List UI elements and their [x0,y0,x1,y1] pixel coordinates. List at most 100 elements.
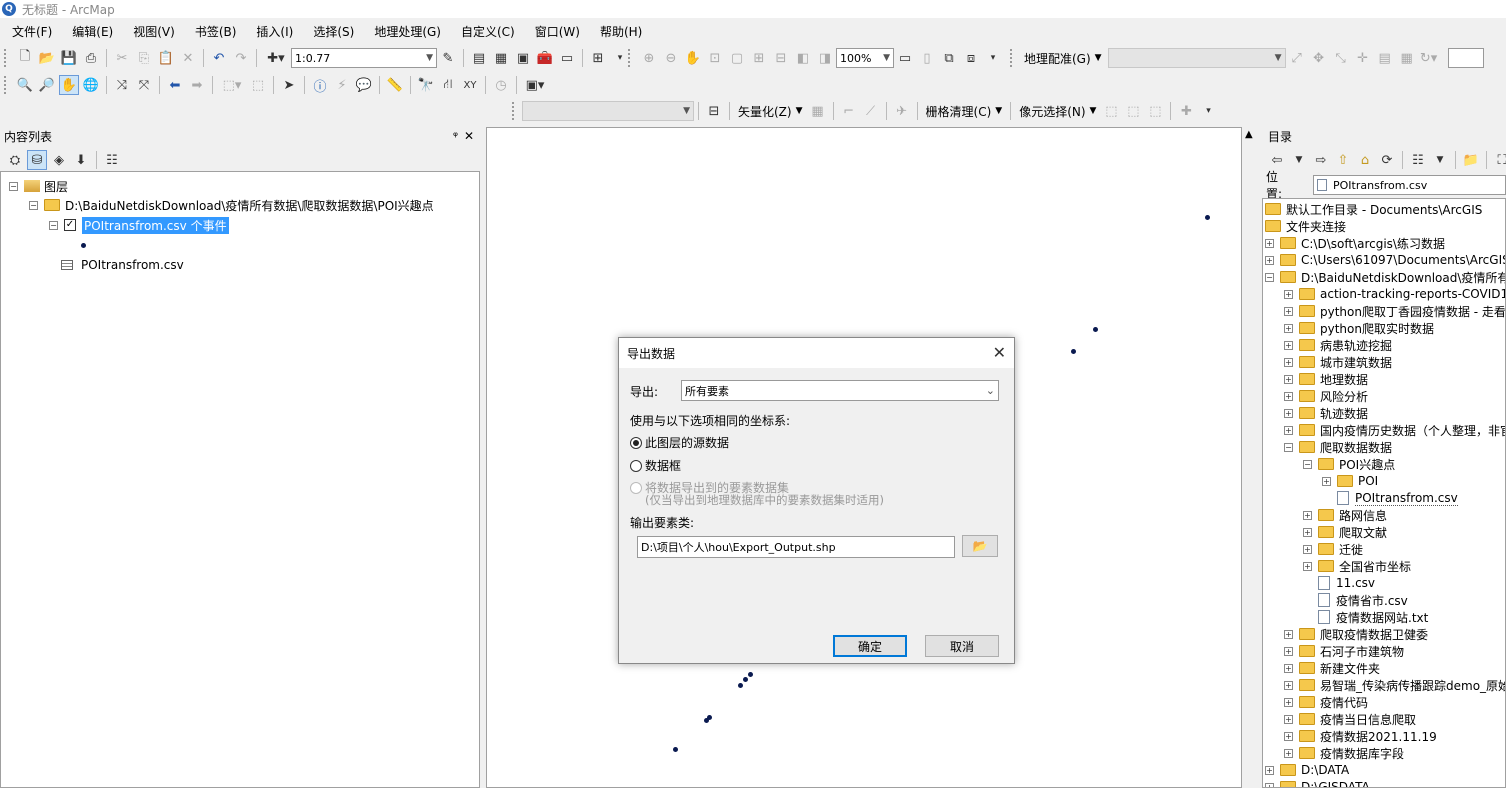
remove-cells-icon[interactable]: ⬚ [1145,101,1165,121]
catalog-tree-item[interactable]: + 爬取文献 [1303,523,1387,541]
paste-icon[interactable]: 📋 [156,48,176,68]
toolbar-grip[interactable] [512,102,518,120]
raster-painting-icon[interactable]: ✈ [892,101,912,121]
catalog-tree-item[interactable]: + 疫情数据2021.11.19 [1284,727,1437,745]
connect-folder-icon[interactable]: 📁 [1461,150,1481,170]
zoom-whole-page-icon[interactable]: ⊡ [705,48,725,68]
redo-icon[interactable]: ↷ [231,48,251,68]
change-layout-icon[interactable]: ⧉ [939,48,959,68]
fixed-zoom-in-icon[interactable]: ⤨ [112,75,132,95]
measure-icon[interactable]: 📏 [385,75,405,95]
chevron-down-icon[interactable]: ▼ [1090,106,1097,116]
catalog-tree-item[interactable]: + 国内疫情历史数据（个人整理，非官 [1284,421,1505,439]
toolbar-options-icon[interactable]: ▾ [1198,101,1218,121]
scale-icon[interactable]: ⤡ [1331,48,1351,68]
zoom-in-icon[interactable]: 🔍 [15,75,35,95]
fixed-zoom-out-icon[interactable]: ⊟ [771,48,791,68]
open-folder-icon[interactable]: 📂 [37,48,57,68]
tree-options-icon[interactable]: ⛶ [1492,150,1506,170]
browse-button[interactable]: 📂 [962,535,998,557]
catalog-tree-item[interactable]: 疫情省市.csv [1303,591,1408,609]
create-viewer-window-icon[interactable]: ▣▾ [522,75,548,95]
vectorization-menu[interactable]: 矢量化(Z) [738,103,792,120]
forward-extent-icon[interactable]: ◨ [815,48,835,68]
find-route-icon[interactable]: ⛙ [438,75,458,95]
toc-options-icon[interactable]: ☷ [102,150,122,170]
expand-icon[interactable]: + [1284,714,1293,724]
views-icon[interactable]: ☷ [1408,150,1428,170]
expand-icon[interactable]: + [1284,340,1293,350]
go-back-extent-icon[interactable]: ⬅ [165,75,185,95]
catalog-tree-item[interactable]: − D:\BaiduNetdiskDownload\疫情所有数 [1265,268,1505,286]
zoom-in-page-icon[interactable]: ⊕ [639,48,659,68]
cancel-button[interactable]: 取消 [925,635,999,657]
pin-icon[interactable]: ᵠ [453,129,458,143]
fixed-zoom-out-icon[interactable]: ⤧ [134,75,154,95]
toolbar-options-icon[interactable]: ▾ [983,48,1003,68]
toolbar-grip[interactable] [4,76,10,94]
zoom-100-icon[interactable]: ▢ [727,48,747,68]
export-scope-select[interactable]: 所有要素 ⌄ [681,380,999,401]
vectorization-trace-icon[interactable]: ⌐ [839,101,859,121]
toc-layer-name[interactable]: POItransfrom.csv 个事件 [82,216,229,234]
menu-selection[interactable]: 选择(S) [301,23,362,40]
expand-icon[interactable]: + [1303,544,1312,554]
focus-data-frame-icon[interactable]: ▯ [917,48,937,68]
menu-bookmarks[interactable]: 书签(B) [183,23,245,40]
back-arrow-icon[interactable]: ⇦ [1267,150,1287,170]
pan-icon[interactable]: ✋ [59,75,79,95]
expand-icon[interactable]: + [1322,476,1331,486]
html-popup-icon[interactable]: 💬 [354,75,374,95]
catalog-tree-item[interactable]: + 易智瑞_传染病传播跟踪demo_原始数 [1284,676,1505,694]
trace-between-points-icon[interactable]: ⟋ [861,101,881,121]
expand-icon[interactable]: + [1284,408,1293,418]
collapse-icon[interactable]: − [1303,459,1312,469]
catalog-tree-item[interactable]: + 风险分析 [1284,387,1368,405]
radio-selected-icon[interactable] [630,436,642,449]
list-by-source-icon[interactable]: ⛁ [27,150,47,170]
catalog-tree-item[interactable]: + 城市建筑数据 [1284,353,1392,371]
expand-icon[interactable]: + [1303,527,1312,537]
print-icon[interactable]: ⎙ [81,48,101,68]
chevron-down-icon[interactable]: ▼ [1430,150,1450,170]
catalog-tree-item[interactable]: + 路网信息 [1303,506,1387,524]
toolbar-options-icon[interactable]: ▾ [610,48,630,68]
catalog-tree-item[interactable]: + 地理数据 [1284,370,1368,388]
select-features-icon[interactable]: ⬚▾ [218,75,246,95]
expand-icon[interactable]: + [1284,629,1293,639]
raster-cleanup-menu[interactable]: 栅格清理(C) [926,103,992,120]
catalog-tree-item[interactable]: + 爬取疫情数据卫健委 [1284,625,1428,643]
table-window-icon[interactable]: ▤ [469,48,489,68]
catalog-tree-item[interactable]: + C:\Users\61097\Documents\ArcGIS\ [1265,251,1505,269]
pan-page-icon[interactable]: ✋ [683,48,703,68]
home-folder-icon[interactable]: ⌂ [1355,150,1375,170]
toc-source-path-row[interactable]: − D:\BaiduNetdiskDownload\疫情所有数据\爬取数据数据\… [29,196,434,214]
ok-button[interactable]: 确定 [833,635,907,657]
toolbar-grip[interactable] [4,49,10,67]
full-extent-icon[interactable]: 🌐 [81,75,101,95]
select-connected-cells-icon[interactable]: ⬚ [1101,101,1121,121]
delete-icon[interactable]: ✕ [178,48,198,68]
data-driven-pages-icon[interactable]: ⧈ [961,48,981,68]
find-icon[interactable]: 🔭 [416,75,436,95]
catalog-tree-item[interactable]: + python爬取丁香园疫情数据 - 走看看 [1284,302,1505,320]
catalog-tree-item[interactable]: 11.csv [1303,574,1375,592]
hyperlink-icon[interactable]: ⚡ [332,75,352,95]
expand-icon[interactable]: + [1303,510,1312,520]
expand-icon[interactable]: + [1284,425,1293,435]
toolbar-grip[interactable] [628,49,634,67]
forward-arrow-icon[interactable]: ⇨ [1311,150,1331,170]
up-one-level-icon[interactable]: ⇧ [1333,150,1353,170]
catalog-tree-item[interactable]: − 爬取数据数据 [1284,438,1392,456]
output-path-input[interactable]: D:\项目\个人\hou\Export_Output.shp [637,536,955,558]
go-to-xy-icon[interactable]: XY [460,75,480,95]
refresh-icon[interactable]: ⟳ [1377,150,1397,170]
add-control-points-icon[interactable]: ✛ [1353,48,1373,68]
raster-cursor-icon[interactable]: ✚ [1176,101,1196,121]
select-elements-icon[interactable]: ➤ [279,75,299,95]
catalog-tree-item[interactable]: + 疫情代码 [1284,693,1368,711]
list-by-selection-icon[interactable]: ⬇ [71,150,91,170]
expand-icon[interactable]: + [1284,306,1293,316]
expand-icon[interactable]: + [1265,255,1274,265]
catalog-tree-item[interactable]: + 迁徙 [1303,540,1363,558]
